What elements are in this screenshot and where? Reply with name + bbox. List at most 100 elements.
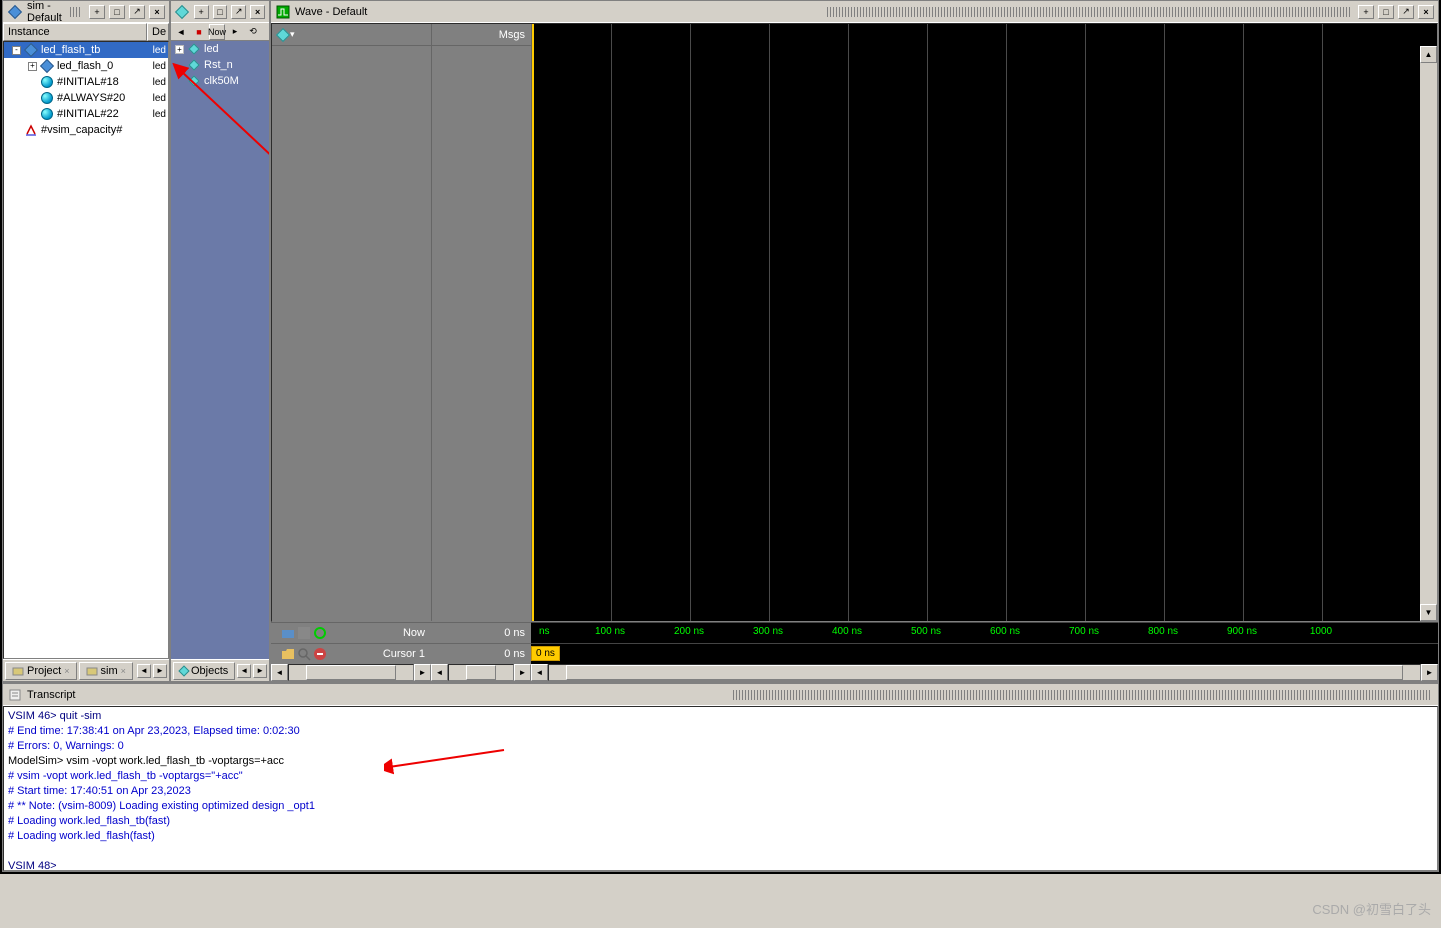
nav-back-button[interactable]: ◄ — [173, 24, 189, 40]
tree-de: led — [153, 77, 168, 88]
now-row: Now — [271, 622, 431, 643]
pin-button[interactable]: + — [89, 5, 105, 19]
cursor-label: Cursor 1 — [383, 648, 425, 660]
scroll-right-button[interactable]: ► — [1421, 664, 1438, 681]
maximize-button[interactable]: □ — [213, 5, 228, 19]
transcript-titlebar[interactable]: Transcript — [3, 684, 1438, 706]
signal-row[interactable]: +led — [171, 41, 269, 57]
tab-sim[interactable]: sim× — [79, 662, 133, 680]
cursor-position-box[interactable]: 0 ns — [531, 646, 560, 661]
close-button[interactable]: × — [250, 5, 265, 19]
objects-tab-strip: Objects ◄ ► — [171, 659, 269, 681]
timeline-tick: 800 ns — [1148, 626, 1178, 637]
close-button[interactable]: × — [1418, 5, 1434, 19]
scroll-thumb[interactable] — [306, 665, 396, 680]
wave-cursor-track[interactable]: 0 ns — [531, 643, 1438, 664]
search-icon[interactable] — [297, 647, 311, 661]
expander-icon[interactable]: + — [28, 62, 37, 71]
hscroll-signals[interactable] — [288, 664, 414, 681]
tree-row[interactable]: -led_flash_tbled — [4, 42, 168, 58]
maximize-button[interactable]: □ — [109, 5, 125, 19]
cursor-value: 0 ns — [431, 643, 531, 664]
scroll-down-button[interactable]: ▼ — [1420, 604, 1437, 621]
wave-canvas-column: ▲ ▼ — [532, 24, 1437, 621]
transcript-line: # Errors: 0, Warnings: 0 — [8, 739, 1433, 754]
signal-icon — [187, 58, 201, 72]
wave-values-area[interactable] — [432, 46, 531, 621]
wave-timeline[interactable]: ns100 ns200 ns300 ns400 ns500 ns600 ns70… — [531, 622, 1438, 643]
wave-vscroll[interactable]: ▲ ▼ — [1420, 46, 1437, 621]
toolbar-btn-1[interactable]: ▸ — [227, 24, 243, 40]
cursor-marker[interactable] — [532, 24, 534, 621]
transcript-body[interactable]: VSIM 46> quit -sim# End time: 17:38:41 o… — [3, 706, 1438, 871]
scroll-left-button[interactable]: ◄ — [531, 664, 548, 681]
col-instance[interactable]: Instance — [3, 23, 147, 41]
transcript-line: # vsim -vopt work.led_flash_tb -voptargs… — [8, 769, 1433, 784]
hscroll-wave[interactable] — [548, 664, 1421, 681]
sim-titlebar[interactable]: sim - Default + □ ↗ × — [3, 1, 169, 23]
tree-row[interactable]: #ALWAYS#20led — [4, 90, 168, 106]
hscroll-values[interactable] — [448, 664, 514, 681]
pin-button[interactable]: + — [1358, 5, 1374, 19]
pin-button[interactable]: + — [194, 5, 209, 19]
tab-nav-left[interactable]: ◄ — [137, 664, 151, 678]
tree-label: led_flash_tb — [41, 44, 100, 56]
tab-objects[interactable]: Objects — [173, 662, 235, 680]
tab-close-icon[interactable]: × — [64, 666, 69, 676]
undock-button[interactable]: ↗ — [129, 5, 145, 19]
close-button[interactable]: × — [149, 5, 165, 19]
tab-label: sim — [101, 665, 118, 677]
disk-icon[interactable] — [297, 626, 311, 640]
tree-row[interactable]: +led_flash_0led — [4, 58, 168, 74]
now-row-icons — [277, 626, 327, 640]
signal-row[interactable]: clk50M — [171, 73, 269, 89]
tree-de: led — [153, 109, 168, 120]
maximize-button[interactable]: □ — [1378, 5, 1394, 19]
wave-signals-column[interactable]: ▾ — [272, 24, 432, 621]
tab-nav-left[interactable]: ◄ — [237, 664, 251, 678]
refresh-icon[interactable] — [313, 626, 327, 640]
scroll-thumb[interactable] — [466, 665, 496, 680]
wave-footer-left: Now Cursor 1 — [271, 622, 431, 664]
tab-close-icon[interactable]: × — [121, 666, 126, 676]
scroll-up-button[interactable]: ▲ — [1420, 46, 1437, 63]
folder-icon[interactable] — [281, 626, 295, 640]
record-button[interactable]: ■ — [191, 24, 207, 40]
undock-button[interactable]: ↗ — [1398, 5, 1414, 19]
wave-values-column[interactable]: Msgs — [432, 24, 532, 621]
wave-titlebar[interactable]: Wave - Default + □ ↗ × — [271, 1, 1438, 23]
signal-row[interactable]: Rst_n — [171, 57, 269, 73]
tree-label: #vsim_capacity# — [41, 124, 122, 136]
dropdown-arrow-icon[interactable]: ▾ — [290, 29, 295, 40]
tab-nav-right[interactable]: ► — [153, 664, 167, 678]
objects-tab-label: Objects — [191, 665, 228, 677]
objects-titlebar[interactable]: + □ ↗ × — [171, 1, 269, 23]
scroll-left-button[interactable]: ◄ — [431, 664, 448, 681]
toolbar-btn-2[interactable]: ⟲ — [245, 24, 261, 40]
transcript-line — [8, 844, 1433, 859]
scroll-right-button[interactable]: ► — [514, 664, 531, 681]
scroll-right-button[interactable]: ► — [414, 664, 431, 681]
wave-header-icon — [276, 27, 290, 41]
transcript-line: # Loading work.led_flash(fast) — [8, 829, 1433, 844]
expander-icon[interactable]: - — [12, 46, 21, 55]
col-de[interactable]: De — [147, 23, 169, 41]
tree-row[interactable]: #vsim_capacity# — [4, 122, 168, 138]
wave-signals-area[interactable] — [272, 46, 431, 621]
expander-icon[interactable]: + — [175, 45, 184, 54]
open-icon[interactable] — [281, 647, 295, 661]
wave-footer-mid: 0 ns 0 ns — [431, 622, 531, 664]
sim-tree[interactable]: -led_flash_tbled+led_flash_0led#INITIAL#… — [3, 41, 169, 659]
now-button[interactable]: Now — [209, 24, 225, 40]
tab-nav-right[interactable]: ► — [253, 664, 267, 678]
tab-project[interactable]: Project× — [5, 662, 77, 680]
tree-row[interactable]: #INITIAL#18led — [4, 74, 168, 90]
sb-left: ◄ ► — [271, 664, 431, 681]
objects-body[interactable]: +ledRst_nclk50M — [171, 41, 269, 659]
scroll-left-button[interactable]: ◄ — [271, 664, 288, 681]
wave-canvas[interactable] — [532, 24, 1437, 621]
delete-icon[interactable] — [313, 647, 327, 661]
undock-button[interactable]: ↗ — [231, 5, 246, 19]
scroll-thumb[interactable] — [566, 665, 1403, 680]
tree-row[interactable]: #INITIAL#22led — [4, 106, 168, 122]
